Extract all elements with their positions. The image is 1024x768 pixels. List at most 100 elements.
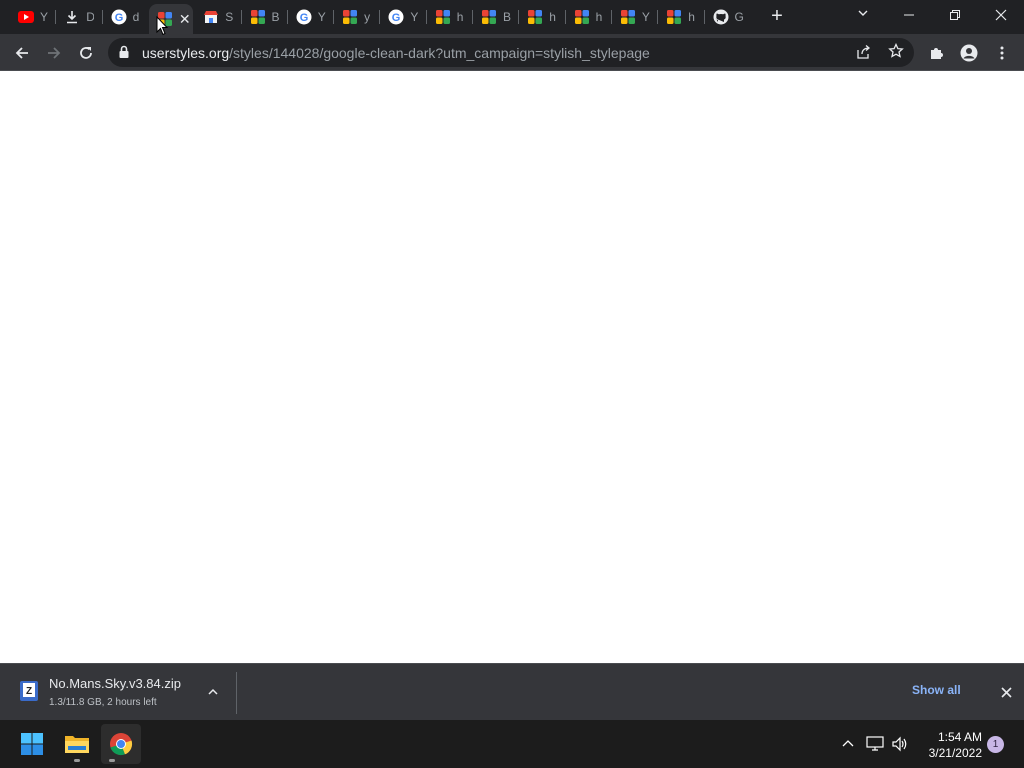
browser-tab[interactable]: GY (288, 4, 332, 30)
google-icon: G (296, 9, 312, 25)
download-options-button[interactable] (203, 682, 223, 702)
extensions-button[interactable] (924, 40, 950, 66)
zip-file-icon[interactable]: Z (18, 679, 40, 703)
show-all-downloads-link[interactable]: Show all (912, 683, 961, 697)
tab-separator (425, 10, 427, 24)
page-content[interactable] (0, 71, 1024, 663)
chrome-menu-button[interactable] (989, 40, 1015, 66)
stylish-icon (574, 9, 590, 25)
close-icon (995, 9, 1007, 21)
close-icon (1000, 686, 1012, 698)
chevron-up-icon (208, 688, 218, 695)
browser-tab[interactable]: S (195, 4, 239, 30)
tab-title: h (549, 10, 556, 24)
browser-tab[interactable]: h (566, 4, 610, 30)
tab-separator (564, 10, 566, 24)
forward-button[interactable] (41, 40, 67, 66)
clock[interactable]: 1:54 AM 3/21/2022 (916, 729, 982, 761)
tab-title: G (734, 10, 743, 24)
file-explorer-taskbar-button[interactable] (57, 724, 97, 764)
tab-title: Y (641, 10, 650, 24)
clock-date: 3/21/2022 (928, 746, 982, 760)
folder-icon (65, 736, 89, 753)
svg-text:G: G (392, 12, 401, 24)
chrome-taskbar-button[interactable] (101, 724, 141, 764)
reload-icon (80, 47, 92, 59)
url-host: userstyles.org (142, 45, 230, 61)
stylish-icon (527, 9, 543, 25)
svg-text:G: G (114, 12, 123, 24)
stylish-icon (250, 9, 266, 25)
browser-tab[interactable]: GY (380, 4, 424, 30)
back-button[interactable] (9, 40, 35, 66)
svg-text:Z: Z (26, 686, 32, 697)
new-tab-button[interactable]: + (766, 6, 788, 28)
url-path: /styles/144028/google-clean-dark?utm_cam… (229, 45, 650, 61)
google-icon: G (388, 9, 404, 25)
tab-separator (657, 10, 659, 24)
browser-tab[interactable]: D (56, 4, 100, 30)
tab-separator (240, 10, 242, 24)
tab-separator (472, 10, 473, 24)
volume-button[interactable] (889, 734, 911, 754)
tab-title: d (132, 10, 140, 24)
store-icon (203, 9, 219, 25)
download-shelf: Z No.Mans.Sky.v3.84.zip 1.3/11.8 GB, 2 h… (0, 663, 1024, 720)
browser-tab[interactable]: B (473, 4, 517, 30)
url-text[interactable]: userstyles.org/styles/144028/google-clea… (142, 45, 650, 61)
browser-tab[interactable]: h (427, 4, 471, 30)
minimize-button[interactable] (886, 0, 932, 30)
avatar-icon (960, 44, 978, 62)
restore-button[interactable] (932, 0, 978, 30)
bookmark-star-icon[interactable] (888, 43, 904, 59)
browser-tab[interactable]: Y (10, 4, 54, 30)
share-icon[interactable] (856, 44, 872, 60)
browser-tab[interactable]: y (334, 4, 378, 30)
puzzle-piece-icon (931, 48, 943, 59)
speaker-icon (892, 736, 907, 752)
profile-button[interactable] (956, 40, 982, 66)
chevron-up-icon (842, 740, 854, 747)
tab-separator (101, 10, 103, 24)
windows-logo-icon (21, 733, 43, 755)
browser-tab[interactable]: B (242, 4, 286, 30)
stylish-icon (666, 9, 682, 25)
network-button[interactable] (864, 734, 886, 754)
arrow-right-icon (48, 47, 61, 59)
tab-strip: + Y D Gd ✕ S B G Yy G Yh Bh h Yh G (0, 0, 1024, 34)
notification-badge[interactable]: 1 (987, 736, 1004, 753)
tab-title: B (503, 10, 511, 24)
tab-separator (610, 10, 612, 24)
tab-search-button[interactable] (852, 6, 874, 28)
stylish-icon (435, 9, 451, 25)
clock-time: 1:54 AM (937, 730, 982, 744)
lock-icon[interactable] (118, 45, 130, 59)
divider (236, 672, 237, 714)
close-tab-icon[interactable]: ✕ (179, 11, 191, 28)
google-icon: G (111, 9, 127, 25)
browser-tab[interactable]: h (519, 4, 563, 30)
stylish-icon (620, 9, 636, 25)
browser-tab[interactable]: h (658, 4, 702, 30)
close-shelf-button[interactable] (996, 682, 1016, 702)
browser-tab[interactable]: Gd (103, 4, 147, 30)
address-bar[interactable]: userstyles.org/styles/144028/google-clea… (108, 38, 914, 67)
download-status: 1.3/11.8 GB, 2 hours left (49, 697, 157, 708)
stylish-icon (481, 9, 497, 25)
tab-separator (333, 10, 335, 24)
browser-tab[interactable]: G (705, 4, 749, 30)
minimize-icon (904, 14, 914, 16)
show-hidden-icons-button[interactable] (837, 734, 859, 754)
taskbar: 1:54 AM 3/21/2022 (0, 720, 1024, 768)
tab-title: Y (410, 10, 419, 24)
github-icon (713, 9, 729, 25)
tab-title: h (688, 10, 695, 24)
close-window-button[interactable] (978, 0, 1024, 30)
mouse-cursor-icon (156, 16, 168, 36)
reload-button[interactable] (73, 40, 99, 66)
youtube-icon (18, 9, 34, 25)
download-filename[interactable]: No.Mans.Sky.v3.84.zip (49, 676, 181, 691)
browser-tab[interactable]: Y (612, 4, 656, 30)
browser-toolbar: userstyles.org/styles/144028/google-clea… (0, 34, 1024, 71)
start-button[interactable] (12, 724, 52, 764)
